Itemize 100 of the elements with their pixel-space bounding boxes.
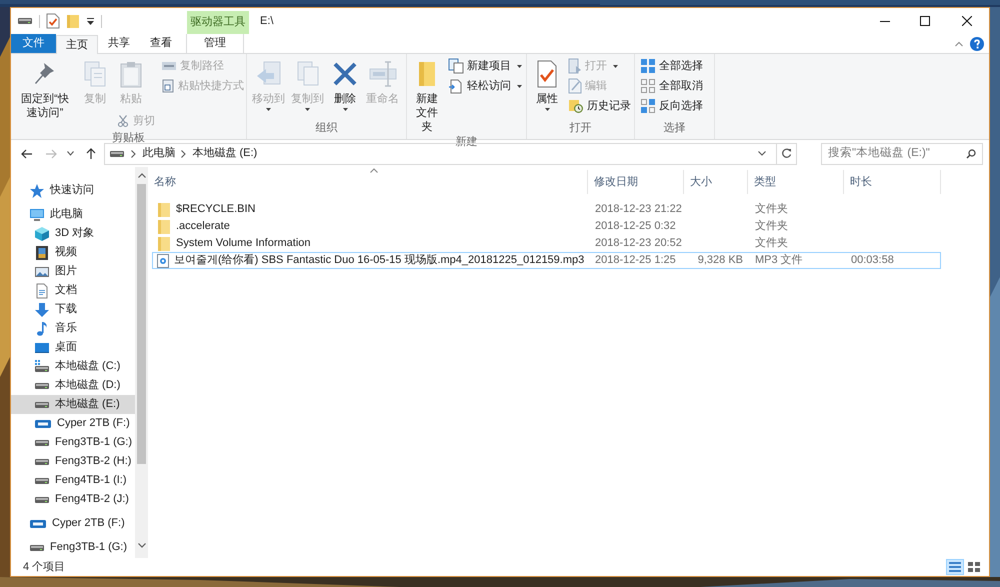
table-cell: 2018-12-25 1:25 [595,254,676,266]
nav-item[interactable]: Feng3TB-1 (G:) [11,433,135,452]
system-drive-icon [34,358,50,374]
column-header[interactable]: 名称 [152,170,588,194]
chevron-down-icon [758,151,766,156]
table-cell: MP3 文件 [755,254,803,266]
ribbon-tab[interactable]: 主页 [56,35,98,54]
table-cell: 2018-12-23 21:22 [595,203,682,216]
group-label: 组织 [316,120,338,136]
path-icon [161,60,177,72]
back-arrow-icon [20,148,33,158]
nav-item[interactable]: 此电脑 [11,205,135,224]
breadcrumb[interactable]: 此电脑 [142,145,176,162]
edit-icon [568,78,582,94]
nav-item[interactable]: Feng4TB-2 (J:) [11,490,135,509]
chevron-right-icon [181,150,186,158]
file-row[interactable]: .accelerate 2018-12-25 0:32 文件夹 [152,218,941,235]
chevron-up-icon [955,40,963,46]
nav-item[interactable]: 下载 [11,300,135,319]
ribbon-button[interactable]: 属性 [530,57,564,111]
ribbon-tab[interactable]: 查看 [140,34,182,53]
ribbon-button[interactable]: 轻松访问 [446,77,524,95]
ribbon-button[interactable]: 历史记录 [566,97,633,115]
folder-icon [157,202,171,218]
details-view-button[interactable] [946,559,964,575]
group-label: 选择 [664,120,686,136]
nav-item[interactable]: 文档 [11,281,135,300]
help-button[interactable] [967,34,987,53]
ribbon-tab[interactable]: 文件 [11,34,56,53]
large-icons-view-button[interactable] [965,559,983,575]
star-icon [29,182,45,198]
ribbon-button[interactable]: 全部取消 [638,77,705,95]
folder-icon [66,13,80,29]
audio-file-icon [157,254,169,268]
nav-item[interactable]: Feng3TB-2 (H:) [11,452,135,471]
shortcut-icon [161,79,175,93]
invert-selection-icon [640,98,656,114]
nav-item[interactable]: 3D 对象 [11,224,135,243]
nav-item[interactable]: 桌面 [11,338,135,357]
ribbon-tab[interactable]: 共享 [98,34,140,53]
column-header[interactable]: 时长 [844,170,941,194]
file-row[interactable]: System Volume Information 2018-12-23 20:52 文件夹 [152,235,941,252]
table-cell: 00:03:58 [851,254,894,266]
file-name: System Volume Information [176,236,311,252]
nav-item[interactable]: 本地磁盘 (D:) [11,376,135,395]
up-arrow-icon [86,148,96,160]
customize-caret-icon [86,16,95,26]
maximize-icon [920,16,930,26]
breadcrumb[interactable]: 本地磁盘 (E:) [192,145,258,162]
file-name: $RECYCLE.BIN [176,202,256,218]
table-cell: 9,328 KB [698,254,743,266]
ribbon-button[interactable]: 新建文件夹 [410,57,444,134]
table-cell: 文件夹 [755,220,788,232]
open-icon [568,58,582,74]
easy-access-icon [448,78,464,94]
nav-item[interactable]: 图片 [11,262,135,281]
film-icon [34,244,50,260]
table-cell: 2018-12-23 20:52 [595,237,682,250]
ribbon-button[interactable]: 全部选择 [638,57,705,75]
select-all-icon [640,58,656,74]
scissors-icon [116,114,130,128]
nav-item[interactable]: 快速访问 [11,181,135,200]
file-name: .accelerate [176,219,230,234]
forward-arrow-icon [44,148,57,158]
scrollbar[interactable] [135,167,148,558]
nav-item[interactable]: Cyper 2TB (F:) [11,414,135,433]
ribbon-button[interactable]: 新建项目 [446,57,524,75]
column-header[interactable]: 类型 [748,170,844,194]
sort-ascending-icon [370,168,378,173]
column-header[interactable]: 修改日期 [588,170,684,194]
file-row[interactable]: $RECYCLE.BIN 2018-12-23 21:22 文件夹 [152,201,941,218]
cube-icon [34,226,50,242]
properties-icon [46,13,60,29]
context-tab-group-label: 驱动器工具 [187,11,249,34]
scrollbar-thumb[interactable] [137,184,146,464]
table-cell: 2018-12-25 0:32 [595,220,676,232]
nav-item[interactable]: 本地磁盘 (C:) [11,357,135,376]
history-icon [568,98,584,114]
new-item-icon [448,58,464,74]
folder-icon [157,236,171,252]
chevron-down-icon [67,151,74,156]
column-header[interactable]: 大小 [684,170,748,194]
chevron-right-icon [131,150,136,158]
nav-item[interactable]: Feng3TB-1 (G:) [11,538,135,557]
search-field[interactable]: 搜索"本地磁盘 (E:)" [821,142,983,164]
help-icon [970,36,984,50]
file-row[interactable]: 보여줄게(给你看) SBS Fantastic Duo 16-05-15 现场版.mp4_20181225_012159.mp3 2018-12-25 1:25 9,328 KB MP3 文件 00:03:58 [152,252,941,269]
nav-item[interactable]: 本地磁盘 (E:) [11,395,135,414]
search-icon [966,148,976,158]
ribbon-button[interactable]: 反向选择 [638,97,705,115]
nav-item[interactable]: 视频 [11,243,135,262]
ribbon-button[interactable]: 删除 [328,57,362,111]
nav-item[interactable]: Feng4TB-1 (I:) [11,471,135,490]
item-count: 4 个项目 [23,560,66,575]
nav-item[interactable]: 音乐 [11,319,135,338]
ribbon-button[interactable]: 固定到“快速访问” [14,57,76,120]
window-title: E:\ [259,14,274,29]
scroll-up-icon [138,173,146,178]
nav-item[interactable]: Cyper 2TB (F:) [11,514,135,533]
download-arrow-icon [34,302,50,318]
